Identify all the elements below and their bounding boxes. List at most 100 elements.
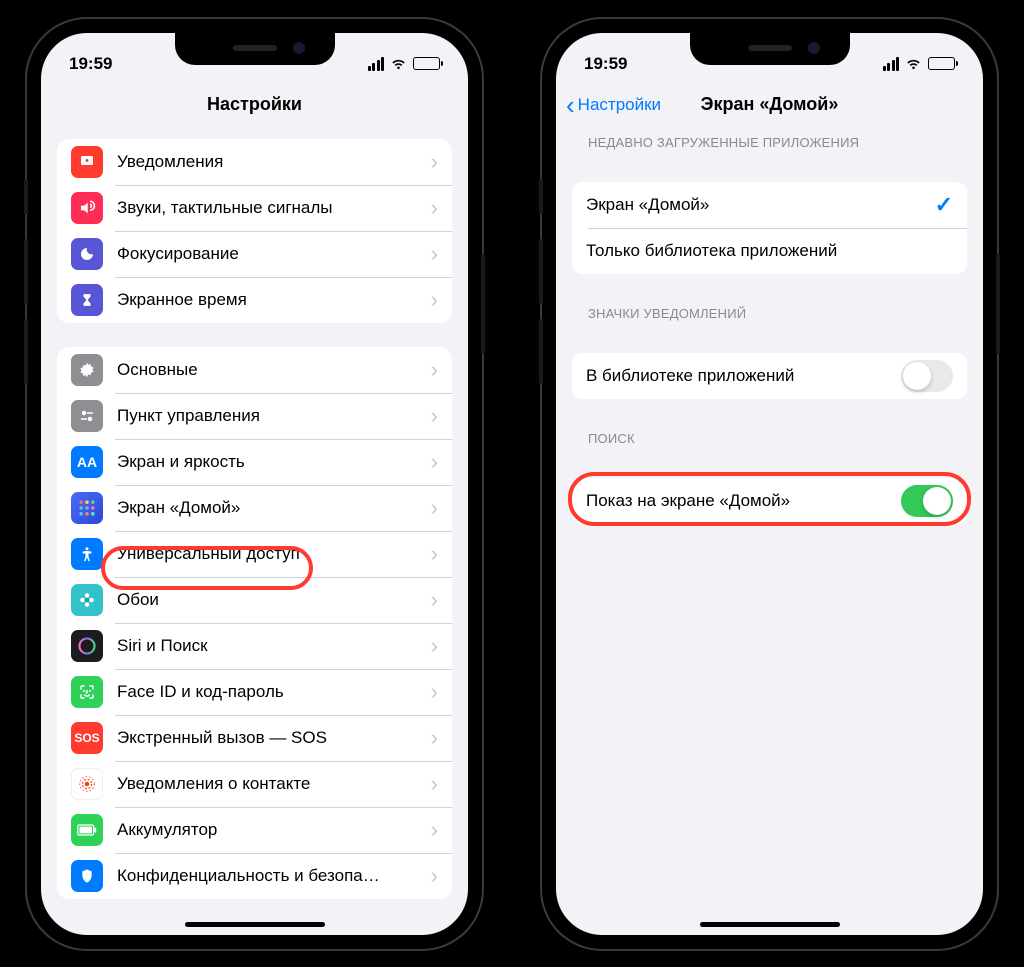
battery-icon <box>413 57 440 70</box>
home-screen-settings[interactable]: НЕДАВНО ЗАГРУЖЕННЫЕ ПРИЛОЖЕНИЯ Экран «До… <box>556 127 983 935</box>
option-app-library-only[interactable]: Только библиотека приложений <box>572 228 967 274</box>
row-label: Фокусирование <box>117 244 431 264</box>
back-label: Настройки <box>578 95 661 115</box>
row-label: Face ID и код-пароль <box>117 682 431 702</box>
row-display[interactable]: AA Экран и яркость › <box>57 439 452 485</box>
chevron-right-icon: › <box>431 817 438 843</box>
row-label: Экранное время <box>117 290 431 310</box>
notch <box>690 33 850 65</box>
checkmark-icon: ✓ <box>935 192 953 218</box>
group-badges: В библиотеке приложений <box>572 353 967 399</box>
chevron-right-icon: › <box>431 587 438 613</box>
section-header: ПОИСК <box>556 431 983 454</box>
phone-frame-right: 19:59 ‹ Настройки Экран «Домой» НЕДАВНО … <box>542 19 997 949</box>
chevron-right-icon: › <box>431 771 438 797</box>
faceid-icon <box>71 676 103 708</box>
row-label: Аккумулятор <box>117 820 431 840</box>
switch-show-on-home[interactable] <box>901 485 953 517</box>
group-search: Показ на экране «Домой» <box>572 478 967 524</box>
row-focus[interactable]: Фокусирование › <box>57 231 452 277</box>
sos-icon: SOS <box>71 722 103 754</box>
siri-icon <box>71 630 103 662</box>
settings-list[interactable]: Уведомления › Звуки, тактильные сигналы … <box>41 127 468 935</box>
page-title: Экран «Домой» <box>701 94 839 115</box>
bell-icon <box>71 146 103 178</box>
chevron-right-icon: › <box>431 195 438 221</box>
status-time: 19:59 <box>584 54 627 74</box>
nav-bar: ‹ Настройки Экран «Домой» <box>556 83 983 127</box>
chevron-right-icon: › <box>431 495 438 521</box>
chevron-right-icon: › <box>431 403 438 429</box>
chevron-right-icon: › <box>431 633 438 659</box>
chevron-right-icon: › <box>431 449 438 475</box>
row-exposure[interactable]: Уведомления о контакте › <box>57 761 452 807</box>
row-label: Siri и Поиск <box>117 636 431 656</box>
wifi-icon <box>390 57 407 70</box>
chevron-right-icon: › <box>431 149 438 175</box>
row-control-center[interactable]: Пункт управления › <box>57 393 452 439</box>
switch-row-app-library-badges: В библиотеке приложений <box>572 353 967 399</box>
row-general[interactable]: Основные › <box>57 347 452 393</box>
moon-icon <box>71 238 103 270</box>
switch-app-library-badges[interactable] <box>901 360 953 392</box>
switch-row-show-on-home: Показ на экране «Домой» <box>572 478 967 524</box>
row-faceid[interactable]: Face ID и код-пароль › <box>57 669 452 715</box>
chevron-right-icon: › <box>431 679 438 705</box>
battery-row-icon <box>71 814 103 846</box>
row-label: Только библиотека приложений <box>586 241 953 261</box>
row-privacy[interactable]: Конфиденциальность и безопа… › <box>57 853 452 899</box>
home-indicator[interactable] <box>185 922 325 927</box>
settings-group-1: Уведомления › Звуки, тактильные сигналы … <box>57 139 452 323</box>
row-sounds[interactable]: Звуки, тактильные сигналы › <box>57 185 452 231</box>
option-home-screen[interactable]: Экран «Домой» ✓ <box>572 182 967 228</box>
hourglass-icon <box>71 284 103 316</box>
row-label: Экран и яркость <box>117 452 431 472</box>
row-screentime[interactable]: Экранное время › <box>57 277 452 323</box>
row-notifications[interactable]: Уведомления › <box>57 139 452 185</box>
home-indicator[interactable] <box>700 922 840 927</box>
row-label: Звуки, тактильные сигналы <box>117 198 431 218</box>
accessibility-icon <box>71 538 103 570</box>
section-header: НЕДАВНО ЗАГРУЖЕННЫЕ ПРИЛОЖЕНИЯ <box>556 135 983 158</box>
row-wallpaper[interactable]: Обои › <box>57 577 452 623</box>
chevron-right-icon: › <box>431 357 438 383</box>
row-label: Уведомления <box>117 152 431 172</box>
status-time: 19:59 <box>69 54 112 74</box>
group-newly-downloaded: Экран «Домой» ✓ Только библиотека прилож… <box>572 182 967 274</box>
chevron-right-icon: › <box>431 287 438 313</box>
row-label: Экран «Домой» <box>117 498 431 518</box>
chevron-right-icon: › <box>431 541 438 567</box>
back-button[interactable]: ‹ Настройки <box>566 92 661 118</box>
row-siri[interactable]: Siri и Поиск › <box>57 623 452 669</box>
hand-icon <box>71 860 103 892</box>
chevron-left-icon: ‹ <box>566 92 575 118</box>
speaker-icon <box>71 192 103 224</box>
row-battery[interactable]: Аккумулятор › <box>57 807 452 853</box>
page-title: Настройки <box>207 94 302 115</box>
row-label: В библиотеке приложений <box>586 366 901 386</box>
sliders-icon <box>71 400 103 432</box>
signal-icon <box>883 57 900 71</box>
row-label: Обои <box>117 590 431 610</box>
row-label: Показ на экране «Домой» <box>586 491 901 511</box>
section-header: ЗНАЧКИ УВЕДОМЛЕНИЙ <box>556 306 983 329</box>
notch <box>175 33 335 65</box>
nav-bar: Настройки <box>41 83 468 127</box>
battery-icon <box>928 57 955 70</box>
flower-icon <box>71 584 103 616</box>
row-home-screen[interactable]: Экран «Домой» › <box>57 485 452 531</box>
chevron-right-icon: › <box>431 241 438 267</box>
row-label: Экран «Домой» <box>586 195 935 215</box>
row-label: Универсальный доступ <box>117 544 431 564</box>
row-accessibility[interactable]: Универсальный доступ › <box>57 531 452 577</box>
chevron-right-icon: › <box>431 725 438 751</box>
row-label: Основные <box>117 360 431 380</box>
row-label: Экстренный вызов — SOS <box>117 728 431 748</box>
grid-icon <box>71 492 103 524</box>
settings-group-2: Основные › Пункт управления › AA Экран и… <box>57 347 452 899</box>
chevron-right-icon: › <box>431 863 438 889</box>
gear-icon <box>71 354 103 386</box>
row-label: Пункт управления <box>117 406 431 426</box>
wifi-icon <box>905 57 922 70</box>
row-sos[interactable]: SOS Экстренный вызов — SOS › <box>57 715 452 761</box>
